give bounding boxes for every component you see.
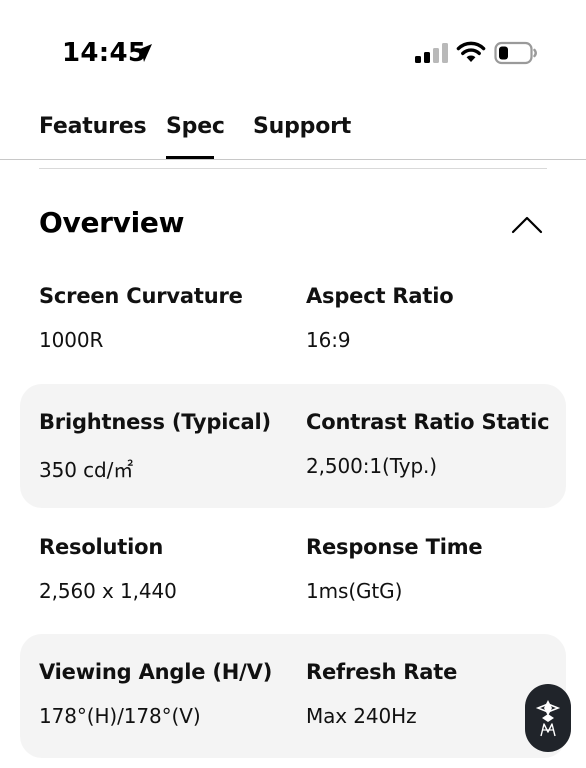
spec-label: Brightness (Typical): [39, 410, 271, 434]
active-tab-indicator: [166, 156, 214, 159]
battery-icon: [494, 41, 537, 65]
section-divider: [39, 168, 547, 169]
section-title: Overview: [39, 206, 185, 239]
tab-spec[interactable]: Spec: [166, 114, 225, 139]
spec-value: 2,500:1(Typ.): [306, 454, 438, 478]
status-bar: 14:45: [0, 0, 586, 100]
spec-value: 1ms(GtG): [306, 579, 403, 603]
tab-bar: Features Spec Support: [0, 100, 586, 160]
spec-label: Screen Curvature: [39, 284, 243, 308]
product-spec-page: 14:45 Features Spec Support Overview Scr…: [0, 0, 586, 768]
tab-support[interactable]: Support: [253, 114, 351, 139]
spec-label: Aspect Ratio: [306, 284, 454, 308]
spec-row: Viewing Angle (H/V) 178°(H)/178°(V) Refr…: [20, 634, 566, 758]
spec-row: Brightness (Typical) 350 cd/㎡ Contrast R…: [20, 384, 566, 508]
spec-label: Contrast Ratio Static: [306, 410, 550, 434]
floating-assistant-button[interactable]: [525, 684, 571, 752]
location-arrow-icon: [134, 44, 152, 62]
spec-value: 350 cd/㎡: [39, 458, 134, 482]
spec-value: Max 240Hz: [306, 704, 417, 728]
tab-features[interactable]: Features: [39, 114, 147, 139]
spec-label: Viewing Angle (H/V): [39, 660, 273, 684]
spec-label: Response Time: [306, 535, 483, 559]
spec-value: 178°(H)/178°(V): [39, 704, 201, 728]
spec-label: Resolution: [39, 535, 164, 559]
cellular-signal-icon: [415, 43, 448, 63]
spec-value: 16:9: [306, 328, 351, 352]
assistant-logo-icon: [535, 700, 561, 737]
spec-value: 2,560 x 1,440: [39, 579, 177, 603]
spec-value: 1000R: [39, 328, 104, 352]
chevron-up-icon: [511, 216, 543, 234]
spec-label: Refresh Rate: [306, 660, 458, 684]
collapse-section-button[interactable]: [506, 206, 548, 242]
wifi-icon: [456, 41, 486, 62]
